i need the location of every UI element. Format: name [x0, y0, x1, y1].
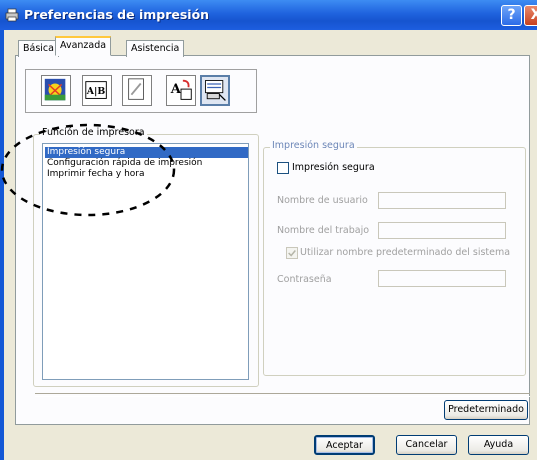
- annotation-ellipse: [0, 123, 176, 217]
- tab-avanzada[interactable]: Avanzada: [55, 36, 112, 56]
- print-preferences-window: Preferencias de impresión ? X Básica Ava…: [0, 0, 537, 460]
